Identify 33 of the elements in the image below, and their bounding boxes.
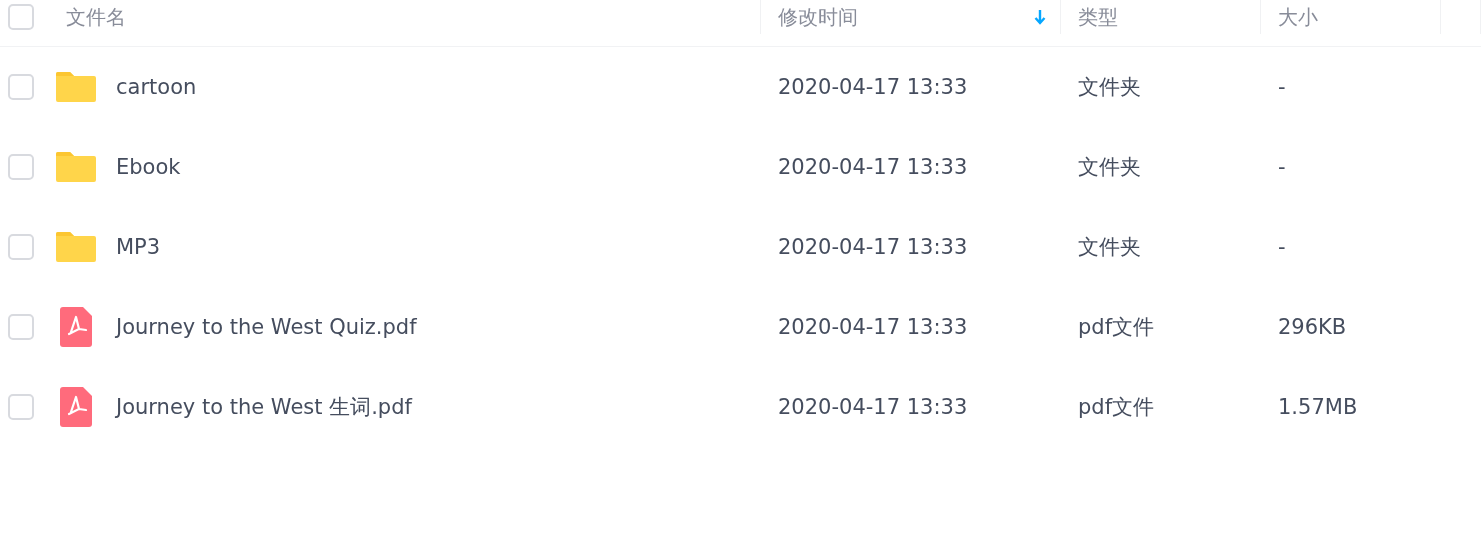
file-size: 1.57MB [1278, 395, 1358, 419]
checkbox[interactable] [8, 394, 34, 420]
folder-icon [56, 232, 96, 262]
pdf-icon [60, 387, 92, 427]
modified-time: 2020-04-17 13:33 [778, 155, 968, 179]
modified-time: 2020-04-17 13:33 [778, 75, 968, 99]
file-name[interactable]: Journey to the West 生词.pdf [116, 393, 412, 421]
pdf-icon [60, 307, 92, 347]
file-name[interactable]: Ebook [116, 155, 181, 179]
column-header[interactable]: 类型 [1078, 3, 1118, 31]
checkbox[interactable] [8, 314, 34, 340]
modified-time: 2020-04-17 13:33 [778, 395, 968, 419]
folder-icon [56, 72, 96, 102]
modified-time: 2020-04-17 13:33 [778, 235, 968, 259]
file-type: pdf文件 [1078, 395, 1155, 419]
file-type: pdf文件 [1078, 315, 1155, 339]
modified-time: 2020-04-17 13:33 [778, 315, 968, 339]
sort-arrow-icon[interactable] [1034, 9, 1046, 25]
file-name[interactable]: Journey to the West Quiz.pdf [116, 315, 417, 339]
file-size: 296KB [1278, 315, 1347, 339]
checkbox[interactable] [8, 4, 34, 30]
file-name[interactable]: cartoon [116, 75, 197, 99]
checkbox[interactable] [8, 234, 34, 260]
folder-icon [56, 152, 96, 182]
checkbox[interactable] [8, 154, 34, 180]
file-type: 文件夹 [1078, 235, 1141, 259]
checkbox[interactable] [8, 74, 34, 100]
file-name[interactable]: MP3 [116, 235, 161, 259]
file-size: - [1278, 155, 1286, 179]
file-size: - [1278, 235, 1286, 259]
file-size: - [1278, 75, 1286, 99]
file-type: 文件夹 [1078, 75, 1141, 99]
file-type: 文件夹 [1078, 155, 1141, 179]
